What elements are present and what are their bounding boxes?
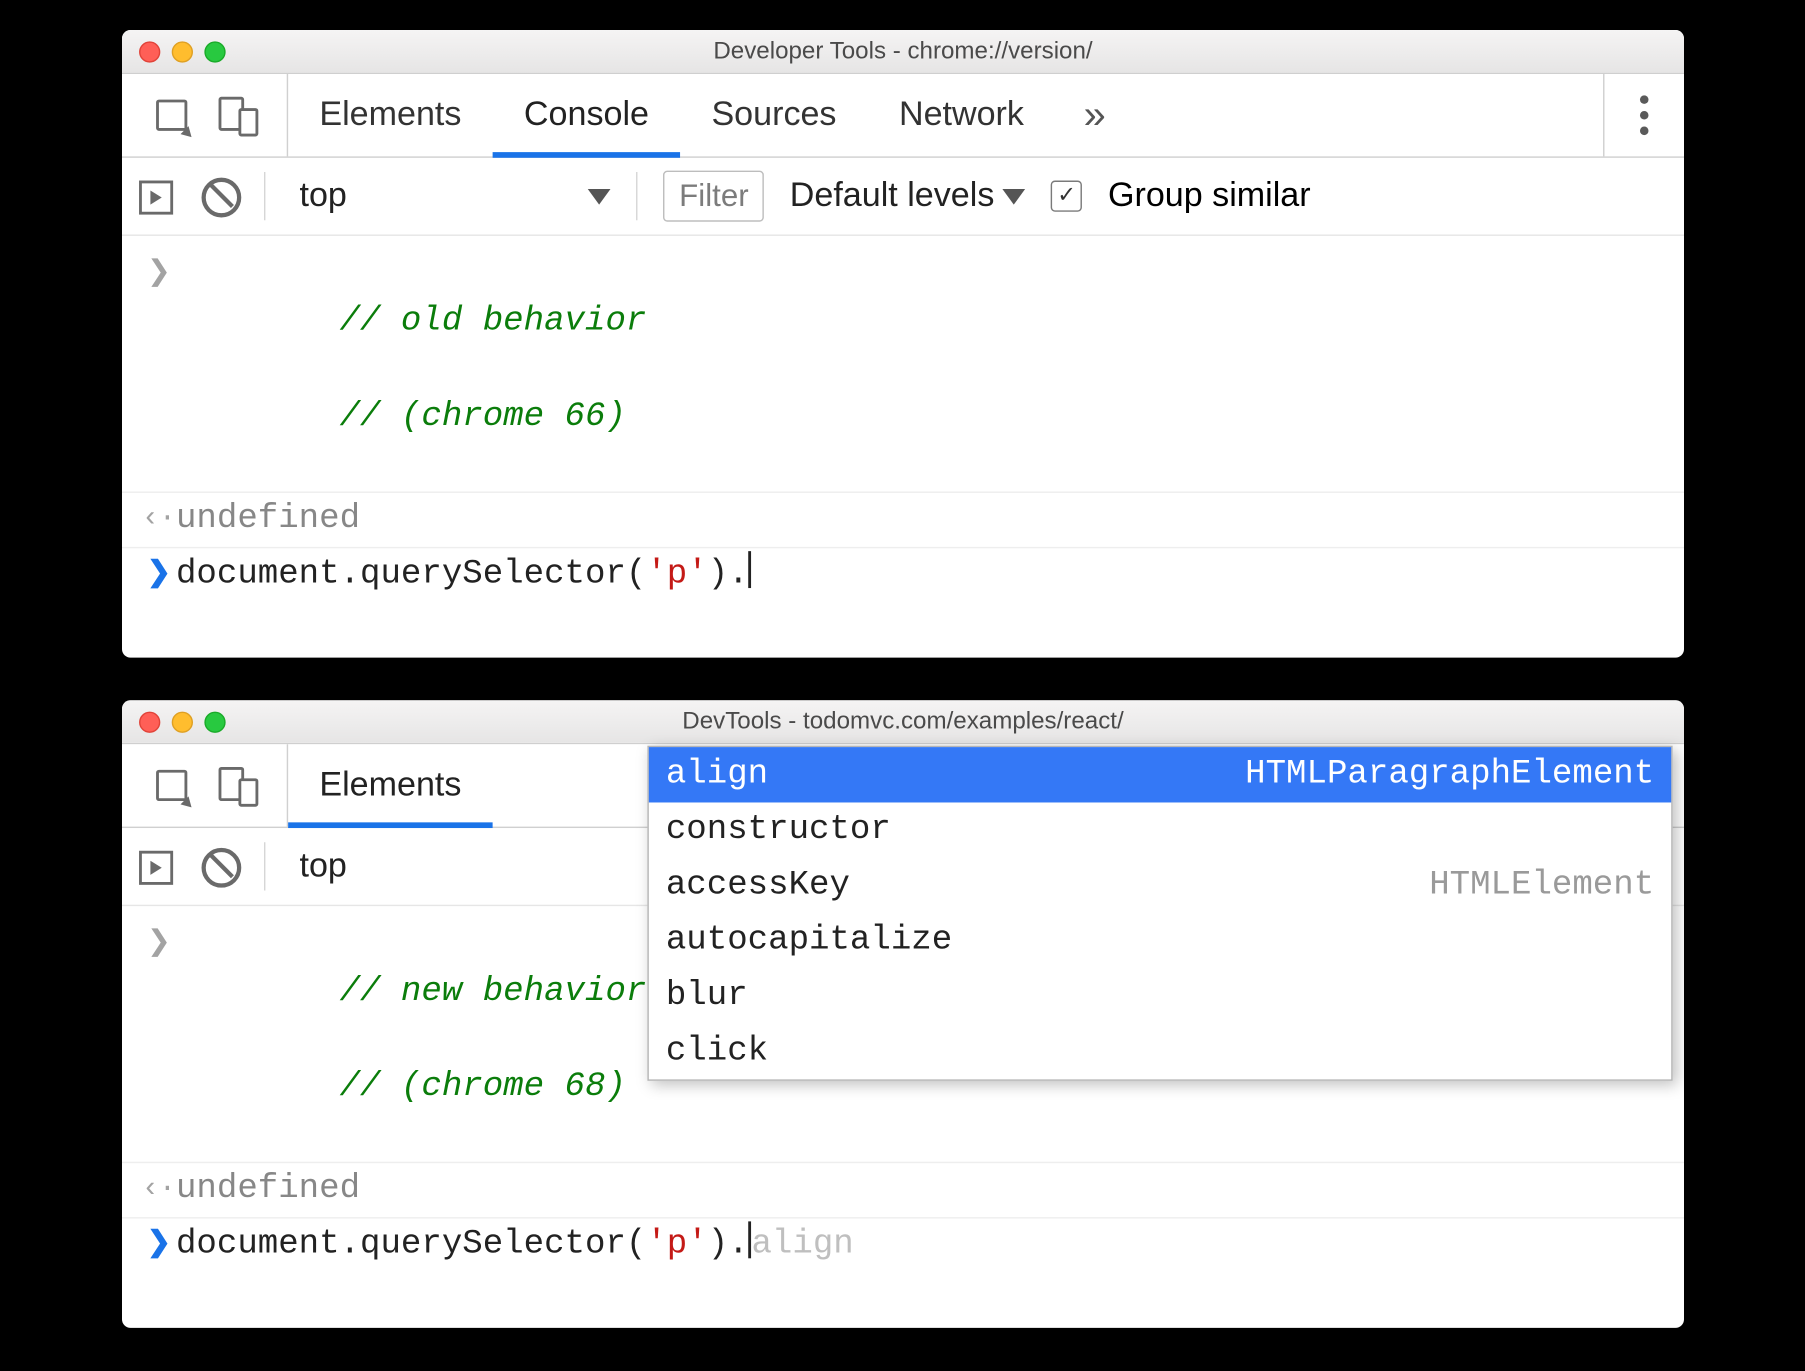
window-title: Developer Tools - chrome://version/ (122, 37, 1684, 65)
autocomplete-ghost: align (751, 1225, 853, 1263)
autocomplete-item[interactable]: click (648, 1024, 1670, 1079)
autocomplete-item[interactable]: accessKey HTMLElement (648, 858, 1670, 913)
tabs-overflow-icon[interactable]: » (1055, 92, 1134, 137)
kebab-icon (1639, 95, 1648, 135)
tab-elements[interactable]: Elements (288, 74, 493, 156)
prompt-icon: ❯ (141, 551, 175, 595)
prompt-icon: ❯ (141, 1221, 175, 1265)
log-levels-selector[interactable]: Default levels (789, 176, 1025, 216)
device-toggle-icon[interactable] (218, 767, 255, 804)
show-console-sidebar-icon[interactable] (139, 848, 176, 885)
console-result: undefined (175, 500, 359, 538)
window-title: DevTools - todomvc.com/examples/react/ (122, 708, 1684, 736)
show-console-sidebar-icon[interactable] (139, 178, 176, 215)
minimize-icon[interactable] (171, 41, 192, 62)
inspect-icon[interactable] (153, 97, 190, 134)
autocomplete-label: constructor (665, 811, 890, 849)
context-selector[interactable]: top (290, 847, 346, 887)
return-icon: ‹· (141, 1166, 175, 1210)
device-toggle-icon[interactable] (218, 97, 255, 134)
clear-console-icon[interactable] (201, 178, 238, 215)
autocomplete-item[interactable]: autocapitalize (648, 913, 1670, 968)
chevron-down-icon (588, 188, 611, 204)
autocomplete-label: accessKey (665, 867, 849, 905)
console-comment: // old behavior (339, 302, 646, 340)
group-similar-label: Group similar (1107, 176, 1310, 216)
console-comment: // new behavior (339, 973, 646, 1011)
toolbar: Elements Console Sources Network » (122, 74, 1684, 158)
console-result: undefined (175, 1170, 359, 1208)
autocomplete-item[interactable]: blur (648, 969, 1670, 1024)
close-icon[interactable] (139, 711, 160, 732)
text-caret (748, 551, 751, 588)
console-subbar: top Filter Default levels ✓ Group simila… (122, 158, 1684, 236)
context-selector[interactable]: top (290, 176, 610, 216)
zoom-icon[interactable] (204, 41, 225, 62)
group-similar-checkbox[interactable]: ✓ (1051, 181, 1082, 212)
expand-icon[interactable]: ❯ (141, 250, 175, 294)
devtools-window-old: Developer Tools - chrome://version/ Elem… (122, 30, 1684, 658)
console-messages: ❯ // old behavior // (chrome 66) ‹· unde… (122, 236, 1684, 658)
autocomplete-hint: HTMLElement (1429, 867, 1654, 905)
filter-input[interactable]: Filter (663, 171, 764, 222)
clear-console-icon[interactable] (201, 848, 238, 885)
levels-label: Default levels (789, 176, 994, 216)
autocomplete-item[interactable]: constructor (648, 803, 1670, 858)
context-label: top (299, 847, 346, 887)
console-input[interactable]: document.querySelector('p').align (175, 1221, 1663, 1269)
zoom-icon[interactable] (204, 711, 225, 732)
devtools-window-new: DevTools - todomvc.com/examples/react/ E… (122, 700, 1684, 1328)
autocomplete-hint: HTMLParagraphElement (1245, 756, 1654, 794)
tab-console[interactable]: Console (492, 74, 680, 156)
autocomplete-label: align (665, 756, 767, 794)
tab-sources[interactable]: Sources (680, 74, 868, 156)
chevron-down-icon (1002, 188, 1025, 204)
autocomplete-label: blur (665, 977, 747, 1015)
autocomplete-popup: align HTMLParagraphElement constructor a… (647, 746, 1672, 1081)
autocomplete-label: click (665, 1033, 767, 1071)
expand-icon[interactable]: ❯ (141, 921, 175, 965)
autocomplete-label: autocapitalize (665, 922, 951, 960)
tab-network[interactable]: Network (867, 74, 1054, 156)
console-input[interactable]: document.querySelector('p'). (175, 551, 1663, 599)
context-label: top (299, 176, 346, 216)
titlebar[interactable]: DevTools - todomvc.com/examples/react/ (122, 700, 1684, 744)
menu-button[interactable] (1603, 74, 1684, 156)
tab-elements[interactable]: Elements (288, 744, 493, 826)
inspect-icon[interactable] (153, 767, 190, 804)
console-comment: // (chrome 66) (339, 397, 625, 435)
close-icon[interactable] (139, 41, 160, 62)
return-icon: ‹· (141, 496, 175, 540)
autocomplete-item[interactable]: align HTMLParagraphElement (648, 747, 1670, 802)
minimize-icon[interactable] (171, 711, 192, 732)
titlebar[interactable]: Developer Tools - chrome://version/ (122, 30, 1684, 74)
console-comment: // (chrome 68) (339, 1068, 625, 1106)
